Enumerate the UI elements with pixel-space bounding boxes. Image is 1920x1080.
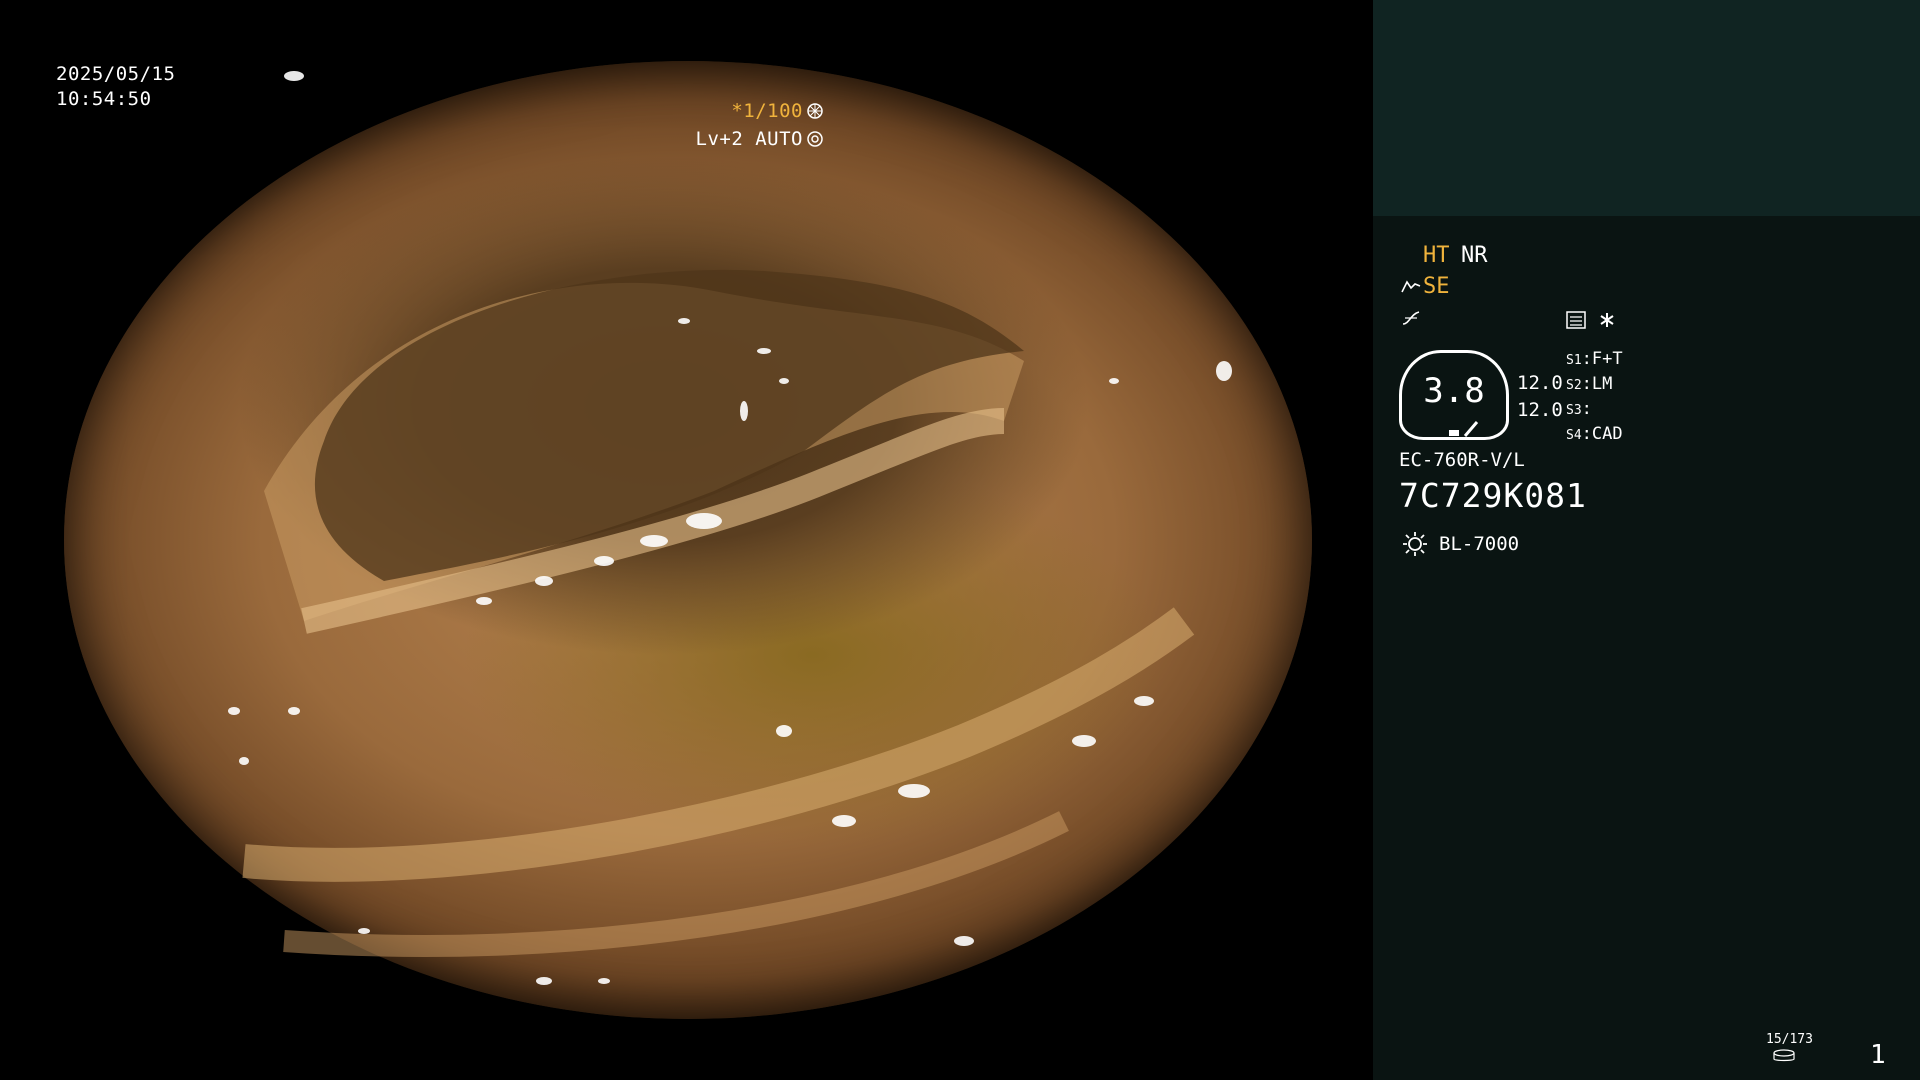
- s4-label: S4: [1566, 428, 1582, 443]
- gamma-icon: [1402, 311, 1420, 325]
- value-1: 12.0: [1517, 372, 1563, 394]
- scope-serial: 7C729K081: [1399, 476, 1587, 515]
- memory-icon: [1566, 311, 1586, 329]
- s4-setting: S4:CAD: [1566, 424, 1623, 444]
- nr-indicator: NR: [1461, 243, 1488, 268]
- date-text: 2025/05/15: [56, 63, 176, 85]
- zoom-indicator: *1/100: [731, 99, 823, 124]
- level-indicator: Lv+2 AUTO: [696, 127, 823, 152]
- datetime-overlay: 2025/05/15 10:54:50: [56, 62, 175, 112]
- s4-value: CAD: [1591, 424, 1623, 444]
- ht-indicator: HT: [1423, 243, 1450, 268]
- s2-label: S2: [1566, 378, 1582, 393]
- endoscopic-image: [64, 61, 1312, 1019]
- s1-label: S1: [1566, 353, 1582, 368]
- image-counter: 15/173: [1766, 1032, 1813, 1047]
- ring-value: 3.8: [1423, 371, 1485, 411]
- s3-label: S3: [1566, 403, 1582, 418]
- info-side-panel: HT NR SE 3.8 12.0 12.0 S1:F+T S2:LM S3: …: [1373, 0, 1920, 1080]
- asterisk-icon: [1600, 313, 1614, 327]
- s2-setting: S2:LM: [1566, 374, 1613, 394]
- shutter-icon: [807, 103, 823, 119]
- storage-icon: [1773, 1049, 1795, 1062]
- zoom-text: *1/100: [731, 100, 803, 122]
- enhance-icon: [1401, 280, 1421, 293]
- page-number: 1: [1870, 1040, 1886, 1070]
- scope-tip-icon: [1449, 421, 1479, 437]
- time-text: 10:54:50: [56, 88, 152, 110]
- s2-value: LM: [1591, 374, 1613, 394]
- mucosal-folds: [228, 71, 1232, 985]
- se-indicator: SE: [1423, 274, 1450, 299]
- level-text: Lv+2 AUTO: [695, 128, 803, 150]
- light-source-icon: [1403, 532, 1427, 556]
- panel-header-area: [1373, 0, 1920, 216]
- value-2: 12.0: [1517, 399, 1563, 421]
- s1-setting: S1:F+T: [1566, 349, 1623, 369]
- light-source: BL-7000: [1439, 533, 1520, 555]
- iris-icon: [807, 131, 823, 147]
- s1-value: F+T: [1591, 349, 1623, 369]
- endoscope-video-area: 2025/05/15 10:54:50 *1/100 Lv+2 AUTO: [0, 0, 1373, 1080]
- scope-model: EC-760R-V/L: [1399, 449, 1525, 471]
- s3-setting: S3:: [1566, 399, 1592, 419]
